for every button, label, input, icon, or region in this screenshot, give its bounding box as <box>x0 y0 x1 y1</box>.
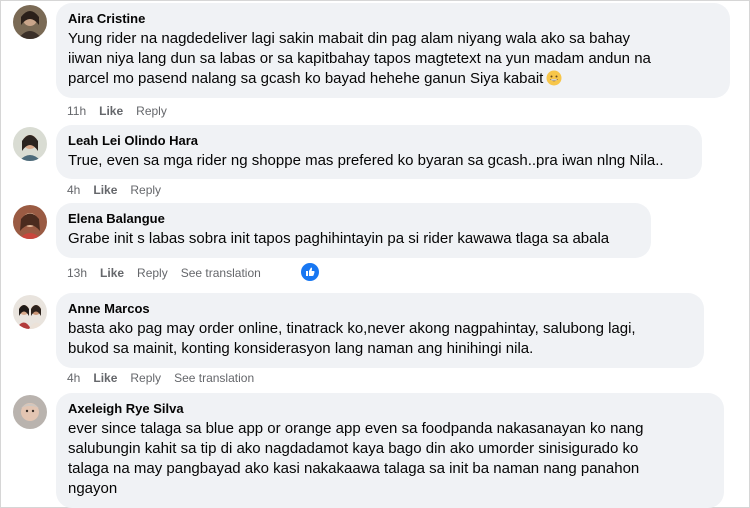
comment-text: True, even sa mga rider ng shoppe mas pr… <box>68 151 690 171</box>
avatar[interactable] <box>13 395 47 429</box>
comment-actions: 11h Like Reply <box>67 103 180 119</box>
comment-author[interactable]: Anne Marcos <box>68 301 692 317</box>
see-translation-link[interactable]: See translation <box>181 265 261 281</box>
comment-bubble: Leah Lei Olindo Hara True, even sa mga r… <box>56 125 702 179</box>
avatar[interactable] <box>13 5 47 39</box>
comment-actions: 4h Like Reply See translation <box>67 370 267 386</box>
like-reaction-icon[interactable] <box>299 261 321 283</box>
comment-bubble: Elena Balangue Grabe init s labas sobra … <box>56 203 651 258</box>
like-button[interactable]: Like <box>93 182 117 198</box>
comment-bubble: Anne Marcos basta ako pag may order onli… <box>56 293 704 368</box>
comment-bubble: Aira Cristine Yung rider na nagdedeliver… <box>56 3 730 98</box>
comment-line: bukod sa mainit, konting konsiderasyon l… <box>68 340 534 357</box>
reply-button[interactable]: Reply <box>130 182 161 198</box>
comment-timestamp[interactable]: 13h <box>67 265 87 281</box>
comment-author[interactable]: Elena Balangue <box>68 211 639 227</box>
comment-actions: 13h Like Reply See translation <box>67 265 274 281</box>
comment-timestamp[interactable]: 4h <box>67 182 80 198</box>
comment-actions: 4h Like Reply <box>67 182 174 198</box>
comment-line: Grabe init s labas sobra init tapos pagh… <box>68 230 610 247</box>
comment-line: ever since talaga sa blue app or orange … <box>68 420 644 437</box>
comment-line: parcel mo pasend nalang sa gcash ko baya… <box>68 70 544 87</box>
reply-button[interactable]: Reply <box>137 265 168 281</box>
comment-line: iiwan niya lang dun sa labas or sa kapit… <box>68 50 651 67</box>
comment-author[interactable]: Aira Cristine <box>68 11 718 27</box>
avatar[interactable] <box>13 205 47 239</box>
comment-text: Grabe init s labas sobra init tapos pagh… <box>68 229 639 249</box>
like-button[interactable]: Like <box>100 265 124 281</box>
comment-bubble: Axeleigh Rye Silva ever since talaga sa … <box>56 393 724 508</box>
reply-button[interactable]: Reply <box>136 103 167 119</box>
comment-line: salubungin kahit sa tip di ako nagdadamo… <box>68 440 639 457</box>
comment-author[interactable]: Leah Lei Olindo Hara <box>68 133 690 149</box>
reply-button[interactable]: Reply <box>130 370 161 386</box>
see-translation-link[interactable]: See translation <box>174 370 254 386</box>
avatar[interactable] <box>13 127 47 161</box>
comment-line: talaga na may pangbayad ako kasi nakakaa… <box>68 460 640 477</box>
comment-text: basta ako pag may order online, tinatrac… <box>68 319 692 359</box>
comment-text: ever since talaga sa blue app or orange … <box>68 419 712 499</box>
comment-line: True, even sa mga rider ng shoppe mas pr… <box>68 152 664 169</box>
comment-line: Yung rider na nagdedeliver lagi sakin ma… <box>68 30 631 47</box>
comment-timestamp[interactable]: 11h <box>67 103 86 119</box>
comment-text: Yung rider na nagdedeliver lagi sakin ma… <box>68 29 718 89</box>
comment-line: ngayon <box>68 480 118 497</box>
comment-line: basta ako pag may order online, tinatrac… <box>68 320 636 337</box>
grinning-face-emoji-icon <box>546 70 562 86</box>
comment-author[interactable]: Axeleigh Rye Silva <box>68 401 712 417</box>
comment-timestamp[interactable]: 4h <box>67 370 80 386</box>
like-button[interactable]: Like <box>93 370 117 386</box>
like-button[interactable]: Like <box>99 103 123 119</box>
avatar[interactable] <box>13 295 47 329</box>
